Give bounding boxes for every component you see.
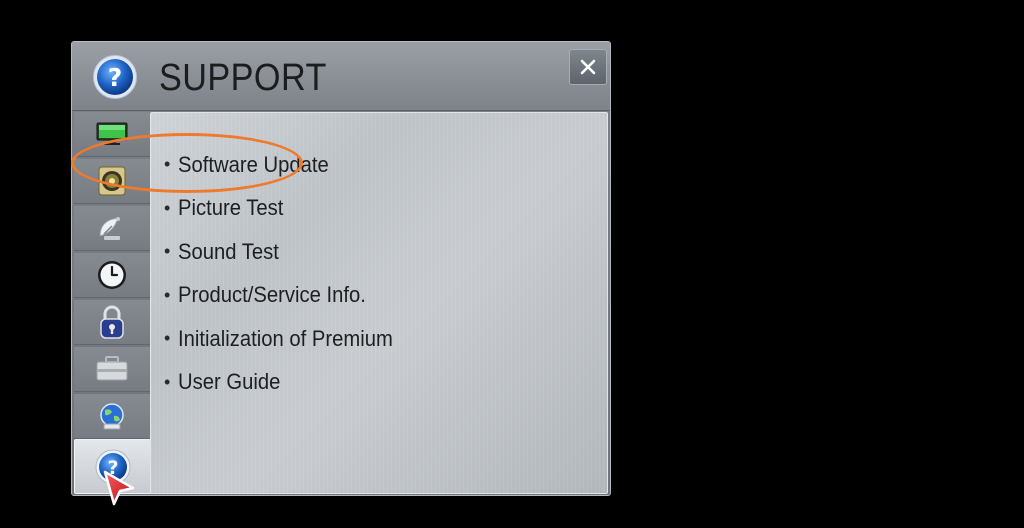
menu-item-user-guide[interactable]: • User Guide (151, 361, 412, 405)
menu-item-sound-test[interactable]: • Sound Test (151, 230, 412, 274)
menu-item-initialization-of-premium[interactable]: • Initialization of Premium (151, 317, 412, 361)
sidebar-item-lock[interactable] (74, 300, 150, 345)
sidebar-item-audio[interactable] (74, 159, 150, 204)
menu-item-label: User Guide (178, 369, 281, 395)
bullet: • (164, 197, 171, 218)
audio-speaker-icon (98, 166, 126, 196)
menu-item-picture-test[interactable]: • Picture Test (151, 187, 412, 231)
bullet: • (164, 241, 171, 262)
sidebar-item-channel[interactable] (74, 206, 150, 251)
menu-item-label: Software Update (178, 151, 329, 177)
support-options-panel: • Software Update • Picture Test • Sound… (150, 112, 608, 494)
sidebar-item-time[interactable] (74, 253, 150, 298)
svg-text:?: ? (108, 63, 123, 92)
close-icon (580, 59, 596, 75)
support-menu-window: ? SUPPORT ? • Software Update • Picture … (71, 41, 611, 496)
bullet: • (164, 371, 171, 392)
question-circle-icon: ? (93, 55, 137, 99)
close-button[interactable] (569, 49, 607, 85)
menu-item-software-update[interactable]: • Software Update (151, 143, 412, 187)
sidebar-item-option[interactable] (74, 347, 150, 392)
menu-item-label: Product/Service Info. (178, 282, 366, 308)
tv-screen: ? SUPPORT ? • Software Update • Picture … (0, 0, 1024, 528)
satellite-dish-icon (99, 217, 120, 240)
sidebar-item-network[interactable] (74, 394, 150, 439)
menu-item-label: Picture Test (178, 195, 284, 221)
menu-item-label: Sound Test (178, 238, 279, 264)
menu-item-label: Initialization of Premium (178, 325, 393, 351)
remote-pointer-cursor-icon (103, 470, 135, 506)
picture-monitor-icon (96, 122, 128, 145)
category-sidebar: ? (74, 112, 152, 494)
menu-item-product-service-info[interactable]: • Product/Service Info. (151, 274, 412, 318)
support-options-list: • Software Update • Picture Test • Sound… (151, 143, 412, 404)
sidebar-item-picture[interactable] (74, 112, 150, 157)
bullet: • (164, 284, 171, 305)
toolbox-icon (96, 356, 128, 381)
network-globe-icon (100, 403, 124, 430)
clock-icon (98, 261, 126, 289)
page-title: SUPPORT (159, 57, 327, 99)
bullet: • (164, 328, 171, 349)
bullet: • (164, 154, 171, 175)
padlock-icon (100, 305, 124, 339)
window-header: ? SUPPORT (72, 42, 610, 111)
